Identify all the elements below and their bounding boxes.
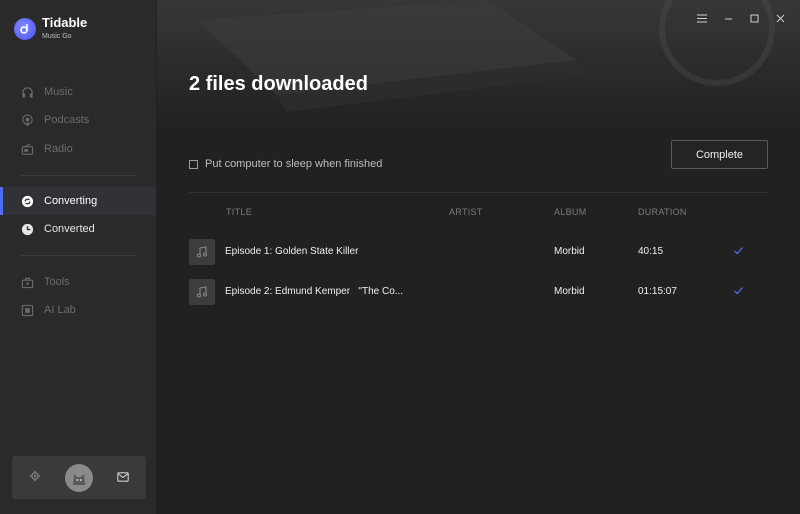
column-header-duration[interactable]: DURATION [638,207,687,217]
complete-button[interactable]: Complete [671,140,768,169]
track-album: Morbid [554,246,585,257]
main-panel: 2 files downloaded Put computer to sleep… [157,0,800,514]
avatar[interactable] [65,463,93,492]
sleep-option[interactable]: Put computer to sleep when finished [189,158,382,170]
page-title: 2 files downloaded [189,73,368,95]
sidebar-item-label: AI Lab [44,304,76,316]
radio-icon [20,142,34,156]
sidebar-bottom-panel [12,456,146,499]
track-title: Episode 2: Edmund Kemper "The Co... [225,286,404,297]
sidebar-item-label: Tools [44,276,70,288]
sidebar-item-converting[interactable]: Converting [0,187,156,215]
sidebar-item-tools[interactable]: Tools [0,268,156,296]
sleep-option-label: Put computer to sleep when finished [205,158,383,170]
music-note-icon [189,279,215,305]
header-divider [189,192,768,193]
toolbox-icon [20,275,34,289]
sidebar-item-radio[interactable]: Radio [0,135,156,163]
checkmark-icon [733,285,744,299]
app-subtitle: Music Go [42,33,72,40]
window-controls [696,10,786,26]
minimize-icon[interactable] [722,10,734,26]
headphones-icon [20,85,34,99]
sidebar-item-music[interactable]: Music [0,78,156,106]
brand: Tidable Music Go [14,16,87,42]
sidebar-divider [20,175,136,176]
ai-icon [20,303,34,317]
track-album: Morbid [554,286,585,297]
app-name: Tidable [42,15,88,30]
column-header-album[interactable]: ALBUM [554,207,587,217]
music-note-icon [189,239,215,265]
sidebar: Tidable Music Go Music Podcasts Radio Co… [0,0,157,514]
sidebar-item-label: Podcasts [44,114,90,126]
track-title: Episode 1: Golden State Killer [225,246,359,257]
maximize-icon[interactable] [748,10,760,26]
sidebar-item-label: Converted [44,223,95,235]
table-row[interactable]: Episode 1: Golden State Killer Morbid 40… [157,239,800,265]
checkmark-icon [733,245,744,259]
sidebar-divider [20,255,136,256]
sidebar-item-label: Radio [44,143,73,155]
podcast-icon [20,113,34,127]
sidebar-item-podcasts[interactable]: Podcasts [0,106,156,134]
track-duration: 01:15:07 [638,286,677,297]
clock-icon [20,222,34,236]
table-header: TITLE ARTIST ALBUM DURATION [157,207,800,221]
mail-icon[interactable] [117,469,129,487]
sleep-checkbox[interactable] [189,159,198,169]
sidebar-item-converted[interactable]: Converted [0,215,156,243]
app-logo-icon [14,18,36,40]
menu-icon[interactable] [696,10,708,26]
sidebar-item-label: Converting [44,195,98,207]
converting-icon [20,194,34,208]
gear-icon[interactable] [29,469,41,487]
sidebar-item-label: Music [44,86,73,98]
track-duration: 40:15 [638,246,664,257]
table-row[interactable]: Episode 2: Edmund Kemper "The Co... Morb… [157,279,800,305]
column-header-title[interactable]: TITLE [226,207,252,217]
close-icon[interactable] [774,10,786,26]
sidebar-item-ai-lab[interactable]: AI Lab [0,296,156,324]
column-header-artist[interactable]: ARTIST [449,207,483,217]
